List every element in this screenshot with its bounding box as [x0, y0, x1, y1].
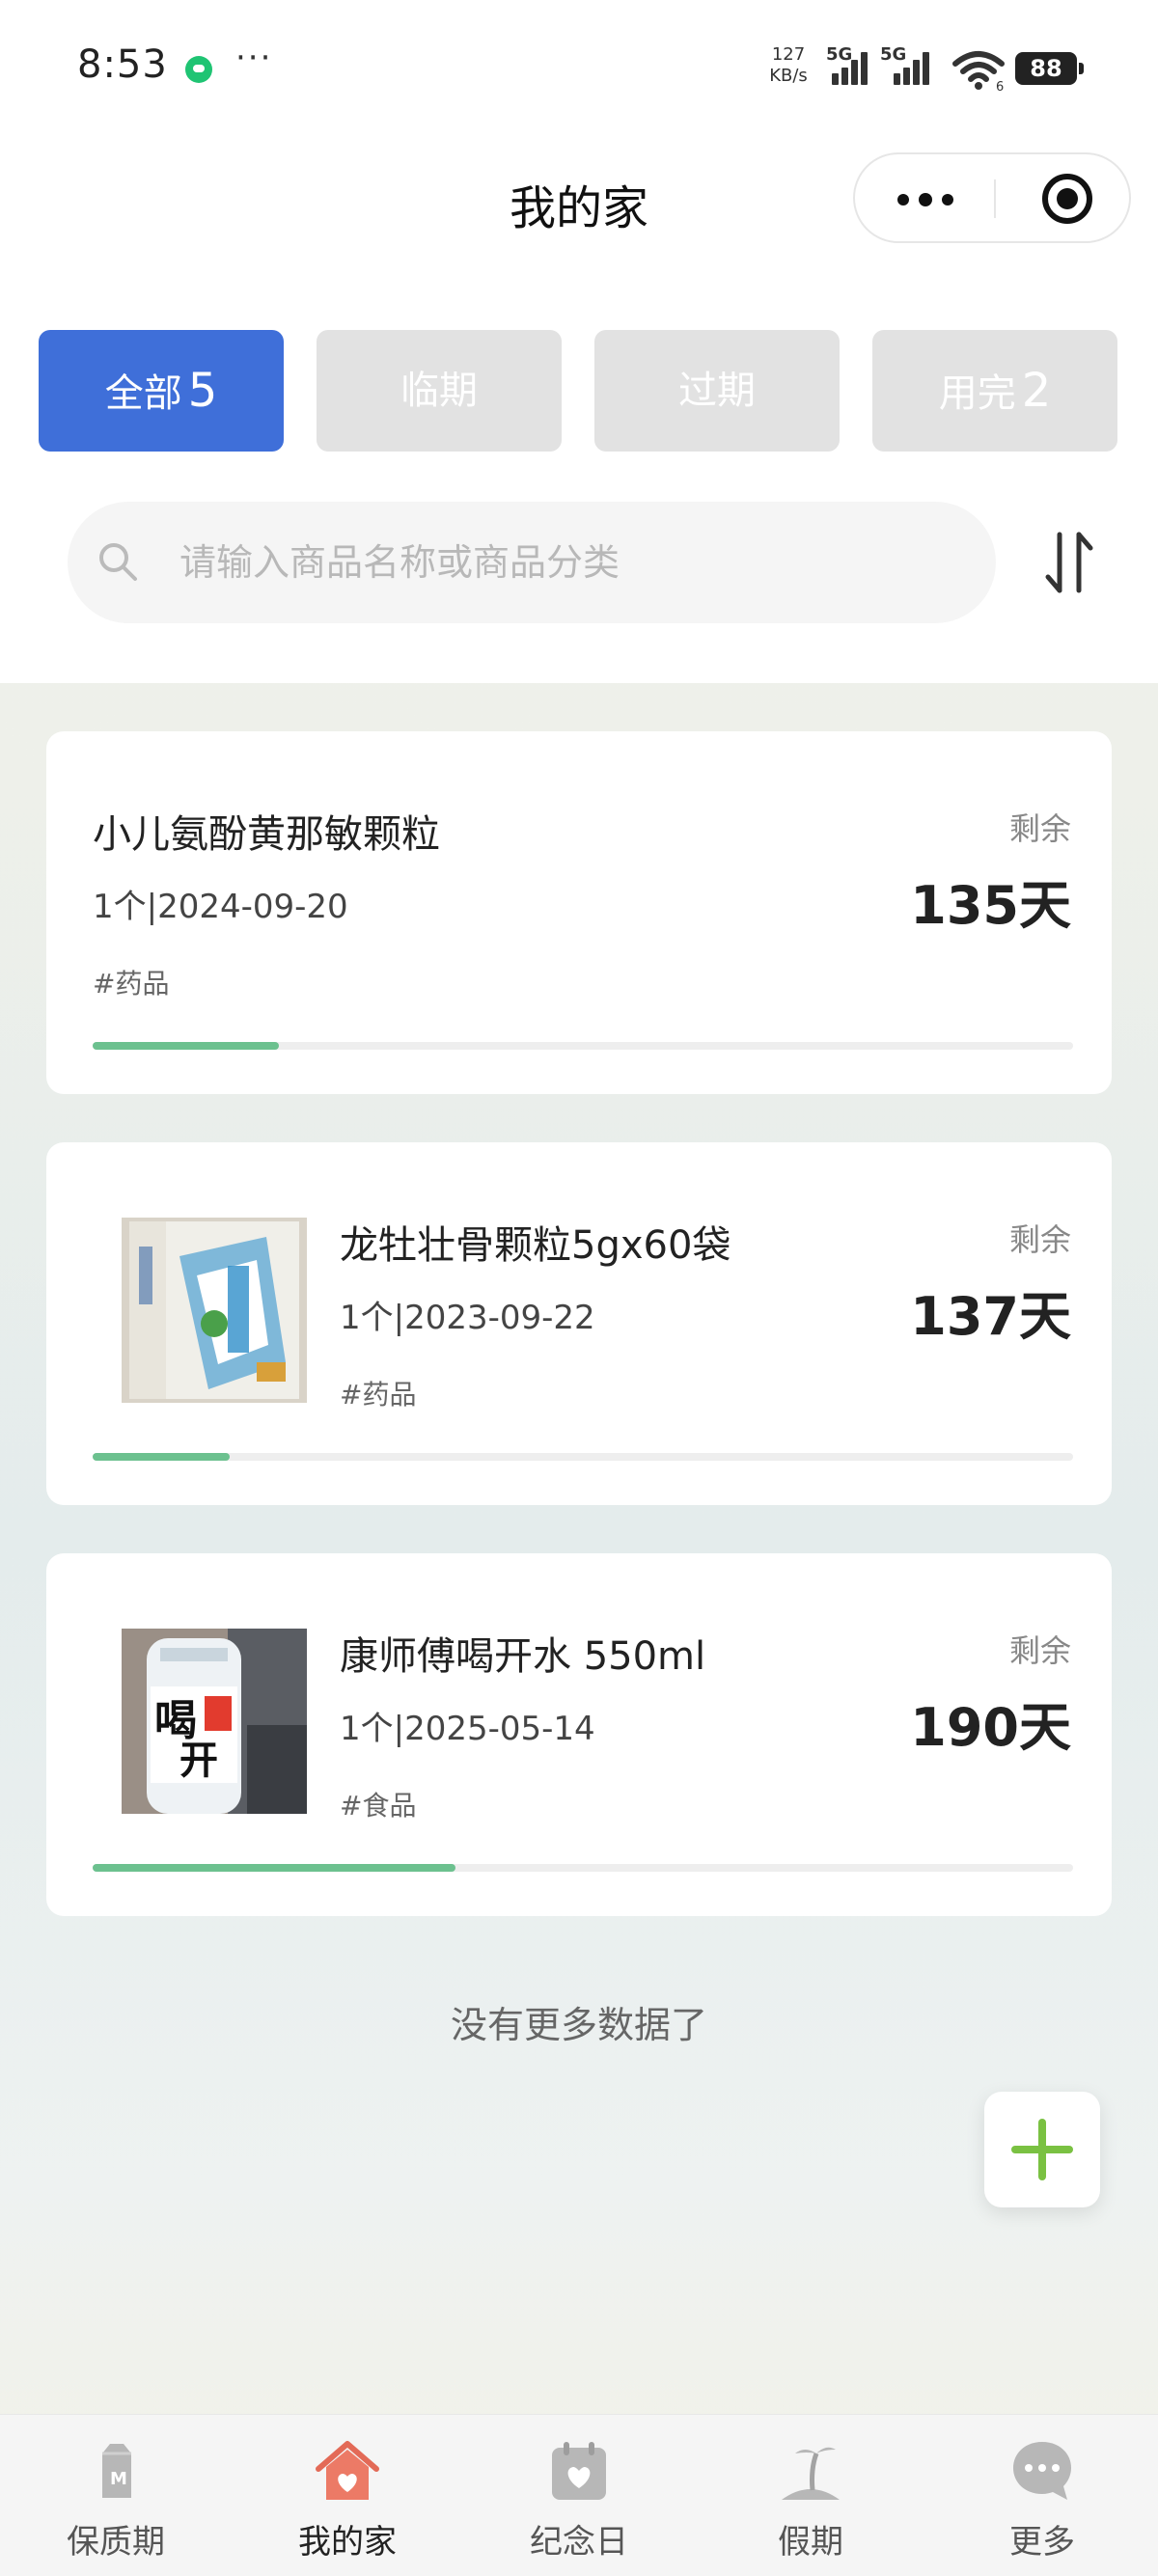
bottom-nav: M 保质期 我的家 纪念日 假期 更多	[0, 2414, 1158, 2576]
signal-2-icon: 5G	[880, 44, 938, 89]
nav-label-shelf-life: 保质期	[67, 2523, 165, 2562]
signal-1-icon: 5G	[826, 44, 884, 89]
item-category: #食品	[340, 1790, 417, 1822]
product-image-granules	[122, 1218, 307, 1403]
progress-fill	[93, 1042, 280, 1050]
item-category: #药品	[93, 968, 170, 1000]
status-time: 8:53	[77, 42, 168, 87]
nav-label-more: 更多	[1009, 2523, 1075, 2562]
remain-label: 剩余	[1008, 1221, 1071, 1258]
nav-label-holiday: 假期	[778, 2523, 843, 2562]
item-category: #药品	[340, 1379, 417, 1411]
remain-days: 135天	[910, 875, 1071, 936]
network-speed-value: 127	[771, 44, 806, 65]
product-image-water-bottle: 喝 开	[122, 1629, 307, 1814]
shelf-life-progress	[93, 1864, 1073, 1872]
shelf-life-progress	[93, 1042, 1073, 1050]
item-card[interactable]: 喝 开 康师傅喝开水 550ml 1个|2025-05-14 #食品 剩余 19…	[46, 1553, 1112, 1916]
wifi-icon: 6	[952, 51, 1005, 91]
item-name: 龙牡壮骨颗粒5gx60袋	[340, 1223, 731, 1268]
signal-2-label: 5G	[880, 44, 907, 65]
item-card[interactable]: 龙牡壮骨颗粒5gx60袋 1个|2023-09-22 #药品 剩余 137天	[46, 1142, 1112, 1505]
item-name: 康师傅喝开水 550ml	[340, 1634, 706, 1679]
capsule-divider	[994, 179, 996, 218]
nav-item-shelf-life[interactable]: M 保质期	[0, 2415, 232, 2576]
mini-program-capsule	[853, 152, 1131, 243]
item-meta: 1个|2024-09-20	[93, 888, 348, 926]
home-icon	[316, 2441, 379, 2500]
signal-1-label: 5G	[826, 44, 853, 65]
sort-icon[interactable]	[1042, 529, 1096, 596]
status-more: ···	[235, 39, 273, 77]
svg-text:开: 开	[179, 1739, 218, 1783]
target-icon[interactable]	[1042, 174, 1092, 224]
milk-carton-icon: M	[102, 2444, 131, 2498]
item-name: 小儿氨酚黄那敏颗粒	[93, 812, 440, 857]
nav-item-holiday[interactable]: 假期	[695, 2415, 926, 2576]
svg-text:M: M	[110, 2469, 127, 2489]
add-item-button[interactable]	[984, 2092, 1100, 2207]
wifi-sub-label: 6	[996, 80, 1004, 91]
tab-expiring-label: 临期	[400, 369, 478, 413]
status-bar: 8:53 ··· 127 KB/s 5G 5G 6 88	[0, 0, 1158, 135]
search-input[interactable]	[179, 502, 971, 623]
filter-tabs: 全部 5 临期 过期 用完 2	[39, 330, 1119, 452]
nav-item-more[interactable]: 更多	[926, 2415, 1158, 2576]
network-speed-unit: KB/s	[769, 66, 808, 86]
remain-label: 剩余	[1008, 1632, 1071, 1669]
nav-item-anniversary[interactable]: 纪念日	[463, 2415, 695, 2576]
search-icon	[99, 543, 137, 581]
battery-icon: 88	[1015, 52, 1084, 85]
item-meta: 1个|2025-05-14	[340, 1710, 595, 1748]
tab-used-up-count: 2	[1021, 364, 1052, 418]
tab-expired[interactable]: 过期	[594, 330, 840, 452]
remain-days: 137天	[910, 1286, 1071, 1347]
shelf-life-progress	[93, 1453, 1073, 1461]
app-notification-icon	[185, 56, 212, 83]
progress-fill	[93, 1864, 455, 1872]
tab-expiring[interactable]: 临期	[317, 330, 562, 452]
chat-bubble-icon	[1013, 2442, 1071, 2500]
nav-label-anniversary: 纪念日	[530, 2523, 628, 2562]
tab-all-count: 5	[187, 364, 218, 418]
item-meta: 1个|2023-09-22	[340, 1299, 595, 1337]
tab-used-up[interactable]: 用完 2	[872, 330, 1117, 452]
progress-fill	[93, 1453, 231, 1461]
calendar-heart-icon	[552, 2442, 606, 2500]
search-bar	[68, 502, 996, 623]
tab-all-label: 全部	[104, 371, 182, 416]
remain-days: 190天	[910, 1697, 1071, 1758]
no-more-data-text: 没有更多数据了	[450, 2004, 707, 2046]
network-speed: 127 KB/s	[764, 44, 813, 87]
item-card[interactable]: 小儿氨酚黄那敏颗粒 1个|2024-09-20 #药品 剩余 135天	[46, 731, 1112, 1094]
nav-item-my-home[interactable]: 我的家	[232, 2415, 463, 2576]
tab-expired-label: 过期	[678, 369, 756, 413]
island-icon	[782, 2447, 840, 2500]
remain-label: 剩余	[1008, 810, 1071, 847]
tab-all[interactable]: 全部 5	[39, 330, 284, 452]
tab-used-up-label: 用完	[938, 371, 1016, 416]
nav-label-my-home: 我的家	[298, 2523, 397, 2562]
more-dots-icon[interactable]	[855, 154, 994, 241]
